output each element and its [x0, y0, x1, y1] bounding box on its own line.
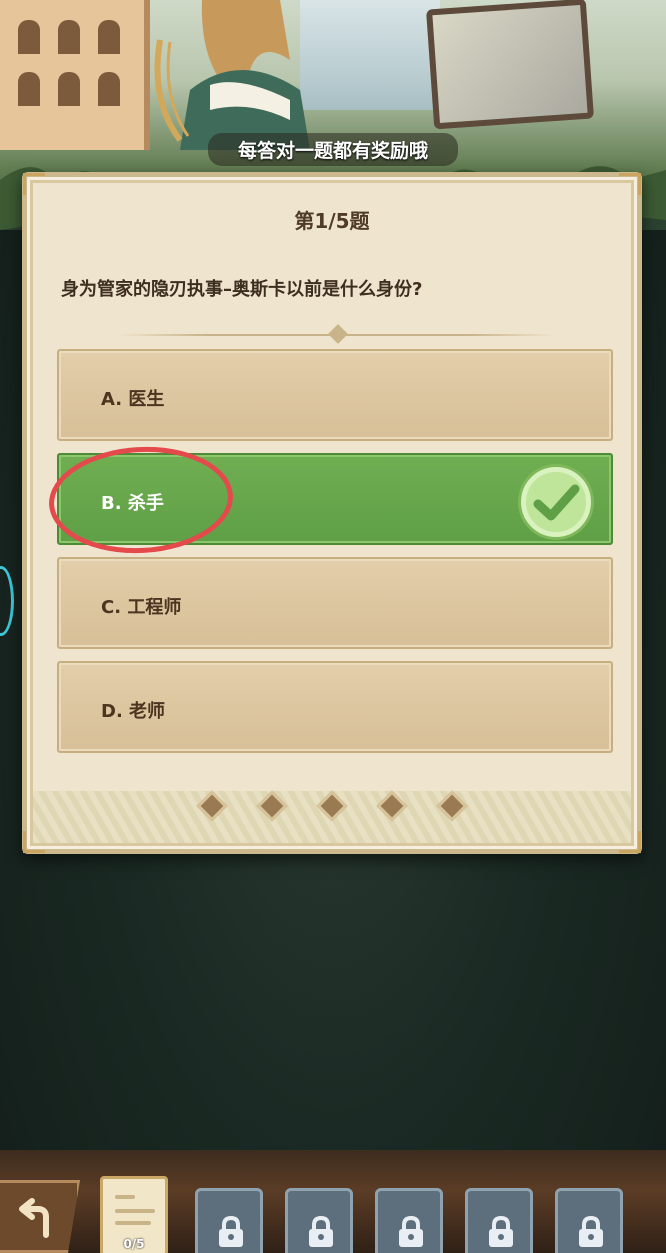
side-tab-indicator[interactable]	[0, 566, 14, 636]
question-text: 身为管家的隐刃执事–奥斯卡以前是什么身份?	[61, 279, 423, 300]
quiz-card: 第1/5题 身为管家的隐刃执事–奥斯卡以前是什么身份? A. 医生 B. 杀手 …	[22, 172, 642, 854]
answer-sheet-count: 0/5	[123, 1237, 145, 1251]
lock-icon	[579, 1215, 603, 1247]
reward-banner: 每答对一题都有奖励哦	[0, 132, 666, 166]
corner-ornament	[23, 173, 45, 195]
pagination-dot	[196, 790, 228, 822]
question-progress-title: 第1/5题	[294, 209, 370, 233]
locked-reward-slot[interactable]	[465, 1188, 533, 1253]
locked-reward-slot[interactable]	[285, 1188, 353, 1253]
back-arrow-icon	[19, 1198, 49, 1238]
answer-option-label: A. 医生	[101, 389, 165, 410]
locked-reward-slot[interactable]	[195, 1188, 263, 1253]
question-pagination	[27, 790, 637, 822]
locked-reward-slot[interactable]	[555, 1188, 623, 1253]
pagination-dot	[256, 790, 288, 822]
back-button[interactable]	[0, 1180, 80, 1253]
answer-option-label: D. 老师	[101, 701, 166, 722]
answer-option-d[interactable]: D. 老师	[57, 661, 613, 753]
answer-option-label: C. 工程师	[101, 597, 182, 618]
divider-ornament-icon	[328, 324, 348, 344]
reward-banner-text: 每答对一题都有奖励哦	[207, 132, 458, 166]
book-illustration	[426, 0, 594, 130]
character-illustration	[154, 0, 310, 150]
building-illustration	[0, 0, 150, 150]
lock-icon	[489, 1215, 513, 1247]
check-icon	[521, 467, 591, 537]
pagination-dot	[376, 790, 408, 822]
lock-icon	[309, 1215, 333, 1247]
answer-option-c[interactable]: C. 工程师	[57, 557, 613, 649]
lock-icon	[219, 1215, 243, 1247]
pagination-dot	[316, 790, 348, 822]
locked-reward-slot[interactable]	[375, 1188, 443, 1253]
corner-ornament	[619, 173, 641, 195]
lock-icon	[399, 1215, 423, 1247]
answer-option-a[interactable]: A. 医生	[57, 349, 613, 441]
pagination-dot	[436, 790, 468, 822]
answer-sheet-icon[interactable]: 0/5	[100, 1176, 168, 1253]
